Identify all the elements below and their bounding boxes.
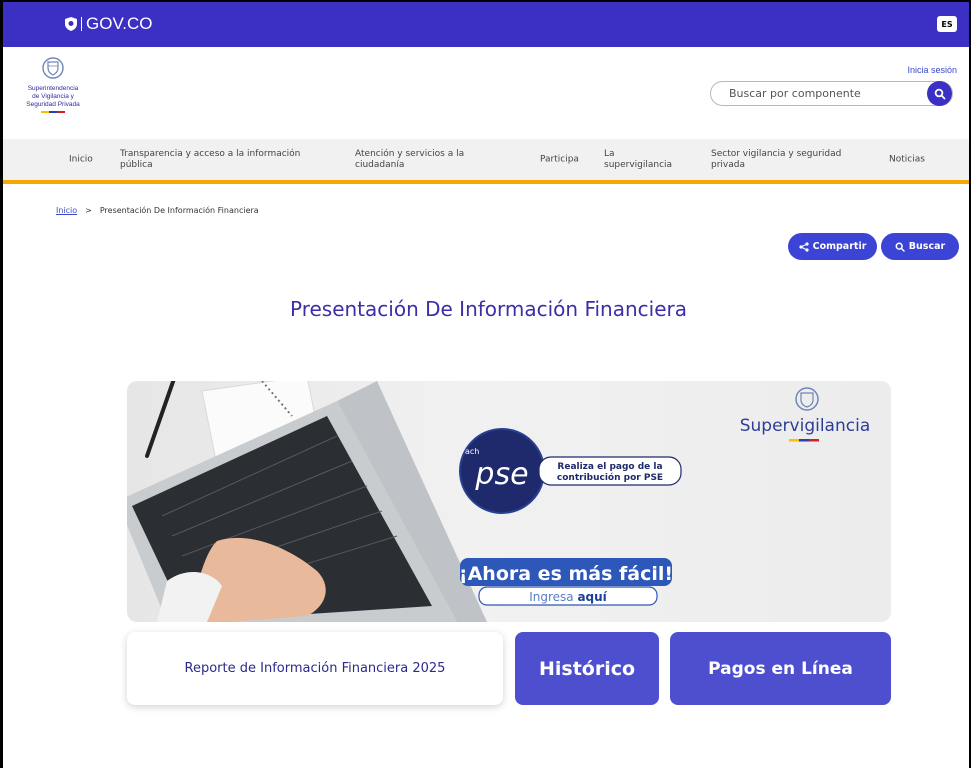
cta-prefix: Ingresa: [529, 590, 573, 604]
entity-name-line-1: Superintendencia: [27, 85, 79, 92]
browser-frame: GOV.CO ES Superintendencia de Vigilancia…: [0, 0, 971, 768]
main-nav: Inicio Transparencia y acceso a la infor…: [3, 139, 969, 184]
nav-item-transparencia[interactable]: Transparencia y acceso a la información …: [120, 149, 320, 171]
logo-separator: [81, 17, 82, 31]
breadcrumb-current: Presentación De Información Financiera: [99, 206, 259, 215]
pse-message-line-2: contribución por PSE: [557, 472, 663, 483]
search-input[interactable]: [729, 87, 909, 100]
search-icon: [895, 242, 905, 252]
page-search-label: Buscar: [908, 241, 946, 252]
breadcrumb-separator: >: [85, 206, 92, 215]
banner-headline: ¡Ahora es más fácil!: [459, 563, 673, 585]
share-label: Compartir: [812, 241, 867, 252]
pse-message-line-1: Realiza el pago de la: [557, 462, 662, 472]
supervigilancia-brand-text: Supervigilancia: [740, 416, 871, 436]
entity-name-line-3: Seguridad Privada: [26, 101, 80, 108]
banner-illustration: ach pse Realiza el pago de la contribuci…: [127, 381, 871, 622]
report-card-label: Reporte de Información Financiera 2025: [184, 661, 446, 676]
govco-logo-text: GOV.CO: [86, 14, 153, 33]
nav-item-atencion[interactable]: Atención y servicios a la ciudadanía: [355, 149, 503, 171]
entity-name-line-2: de Vigilancia y: [32, 93, 74, 100]
banner-cta: Ingresa aquí: [529, 590, 607, 604]
share-button[interactable]: Compartir: [788, 233, 877, 260]
entity-logo[interactable]: Superintendencia de Vigilancia y Segurid…: [17, 57, 89, 113]
nav-item-sector[interactable]: Sector vigilancia y seguridad privada: [711, 149, 866, 171]
payments-card-label: Pagos en Línea: [708, 658, 853, 679]
gov-top-bar: GOV.CO ES: [3, 2, 969, 47]
nav-item-supervigilancia[interactable]: La supervigilancia: [604, 149, 684, 171]
flag-stripe: [41, 111, 65, 113]
payments-card[interactable]: Pagos en Línea: [670, 632, 891, 705]
breadcrumb: Inicio > Presentación De Información Fin…: [56, 206, 259, 215]
nav-item-inicio[interactable]: Inicio: [69, 154, 93, 165]
search-box: [710, 81, 953, 106]
share-icon: [799, 241, 809, 252]
history-card-label: Histórico: [538, 657, 636, 680]
cta-bold: aquí: [577, 590, 607, 604]
coat-of-arms-icon: [42, 57, 64, 79]
govco-logo[interactable]: GOV.CO: [65, 14, 152, 34]
nav-item-participa[interactable]: Participa: [540, 154, 579, 165]
pen-illustration: [145, 381, 176, 458]
language-button[interactable]: ES: [937, 16, 957, 32]
site-header: Superintendencia de Vigilancia y Segurid…: [3, 47, 969, 139]
pse-small-text: ach: [465, 447, 479, 456]
pse-banner[interactable]: ach pse Realiza el pago de la contribuci…: [127, 381, 891, 622]
page-title: Presentación De Información Financiera: [289, 297, 687, 321]
pse-logo: ach pse: [459, 428, 545, 514]
history-card[interactable]: Histórico: [515, 632, 659, 705]
nav-item-noticias[interactable]: Noticias: [889, 154, 925, 165]
report-card[interactable]: Reporte de Información Financiera 2025: [127, 632, 503, 705]
breadcrumb-home-link[interactable]: Inicio: [56, 206, 77, 215]
search-icon: [934, 88, 945, 99]
govco-shield-icon: [65, 17, 77, 31]
search-button[interactable]: [927, 81, 952, 106]
login-link[interactable]: Inicia sesión: [907, 65, 957, 75]
pse-logo-text: pse: [474, 457, 528, 492]
supervigilancia-logo: Supervigilancia: [740, 387, 871, 442]
page-search-button[interactable]: Buscar: [881, 233, 959, 260]
